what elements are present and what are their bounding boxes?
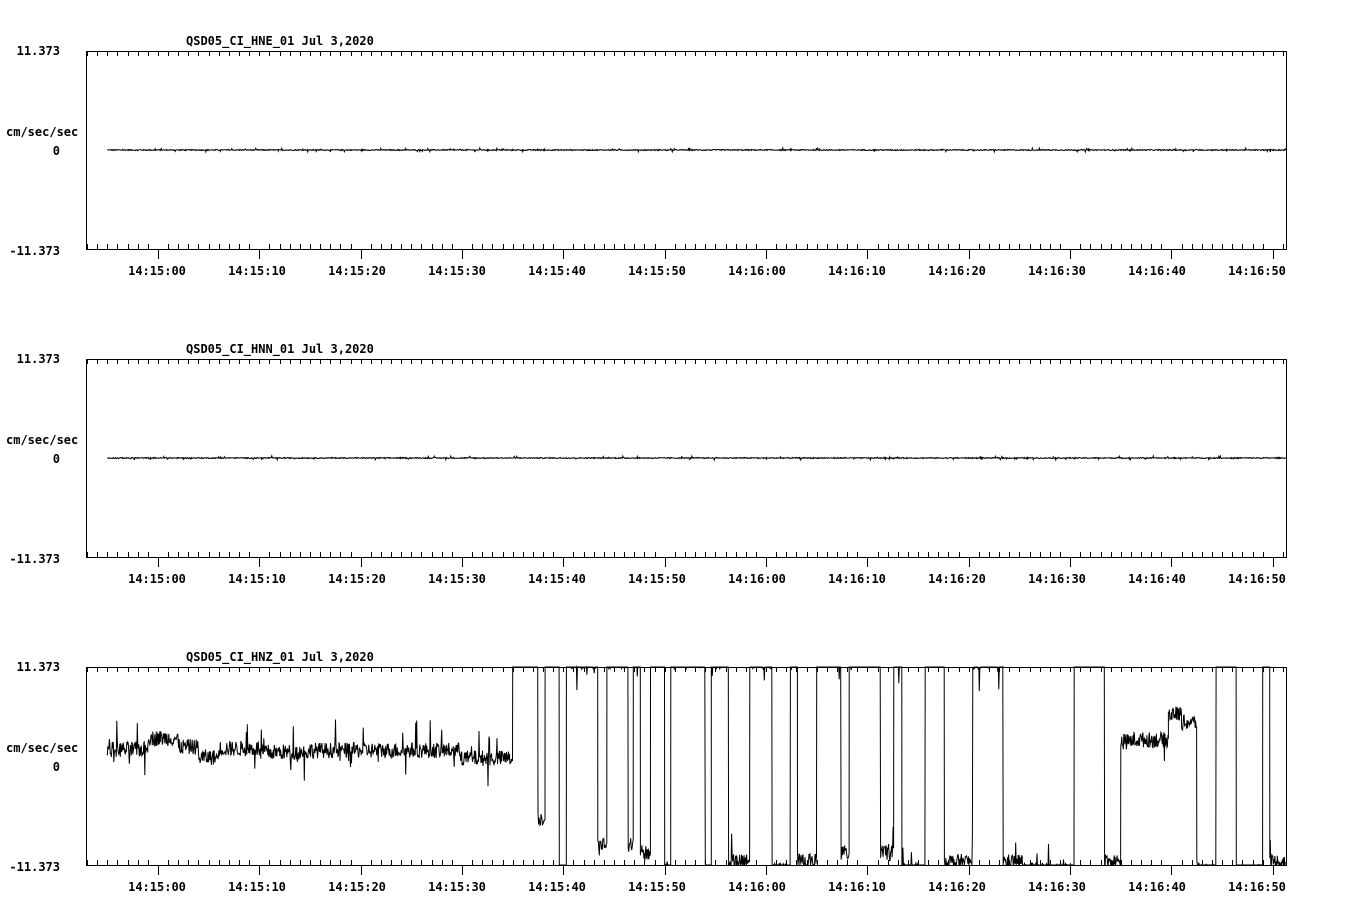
x-axis-labels: 14:15:00 14:15:10 14:15:20 14:15:30 14:1…	[128, 264, 1286, 278]
seismogram-figure: QSD05_CI_HNE_01 Jul 3,2020 11.373 0 -11.…	[6, 34, 1287, 894]
y-axis-label: cm/sec/sec	[6, 741, 78, 755]
x-tick-label: 14:15:00	[128, 264, 186, 278]
x-tick-label: 14:16:00	[728, 880, 786, 894]
x-axis-ticks	[87, 359, 1284, 567]
x-tick-label: 14:16:50	[1228, 880, 1286, 894]
x-tick-label: 14:15:40	[528, 880, 586, 894]
x-tick-label: 14:15:10	[228, 880, 286, 894]
x-tick-label: 14:15:50	[628, 264, 686, 278]
x-tick-label: 14:15:20	[328, 264, 386, 278]
x-tick-label: 14:15:40	[528, 264, 586, 278]
y-tick-label-min: -11.373	[9, 552, 60, 566]
waveform-trace-hnn	[107, 454, 1287, 462]
x-tick-label: 14:16:20	[928, 264, 986, 278]
plot-frame	[86, 667, 1287, 866]
x-tick-label: 14:16:10	[828, 264, 886, 278]
x-tick-label: 14:15:40	[528, 572, 586, 586]
y-tick-label-max: 11.373	[17, 44, 60, 58]
y-tick-label-max: 11.373	[17, 352, 60, 366]
y-tick-label-zero: 0	[53, 760, 60, 774]
x-tick-label: 14:16:10	[828, 572, 886, 586]
x-tick-label: 14:16:40	[1128, 264, 1186, 278]
x-tick-label: 14:15:50	[628, 572, 686, 586]
x-tick-label: 14:16:50	[1228, 572, 1286, 586]
x-tick-label: 14:15:10	[228, 264, 286, 278]
y-axis-label: cm/sec/sec	[6, 433, 78, 447]
x-axis-labels: 14:15:00 14:15:10 14:15:20 14:15:30 14:1…	[128, 572, 1286, 586]
x-tick-label: 14:15:50	[628, 880, 686, 894]
y-axis-label: cm/sec/sec	[6, 125, 78, 139]
panel-title: QSD05_CI_HNZ_01 Jul 3,2020	[186, 650, 374, 665]
x-tick-label: 14:16:50	[1228, 264, 1286, 278]
x-tick-label: 14:15:00	[128, 880, 186, 894]
x-tick-label: 14:16:20	[928, 880, 986, 894]
x-tick-label: 14:16:10	[828, 880, 886, 894]
x-axis-ticks	[87, 51, 1284, 259]
x-tick-label: 14:15:20	[328, 572, 386, 586]
y-tick-label-zero: 0	[53, 144, 60, 158]
waveform-trace-hnz	[106, 665, 1286, 867]
y-tick-label-min: -11.373	[9, 244, 60, 258]
x-tick-label: 14:16:40	[1128, 880, 1186, 894]
panel-hnn: QSD05_CI_HNN_01 Jul 3,2020 11.373 0 -11.…	[6, 342, 1287, 586]
y-tick-label-zero: 0	[53, 452, 60, 466]
x-tick-label: 14:16:00	[728, 572, 786, 586]
x-tick-label: 14:15:30	[428, 264, 486, 278]
x-axis-labels: 14:15:00 14:15:10 14:15:20 14:15:30 14:1…	[128, 880, 1286, 894]
x-tick-label: 14:16:20	[928, 572, 986, 586]
x-tick-label: 14:16:30	[1028, 880, 1086, 894]
panel-hnz: QSD05_CI_HNZ_01 Jul 3,2020 11.373 0 -11.…	[6, 650, 1287, 894]
x-tick-label: 14:15:20	[328, 880, 386, 894]
y-tick-label-max: 11.373	[17, 660, 60, 674]
x-tick-label: 14:16:40	[1128, 572, 1186, 586]
panel-title: QSD05_CI_HNN_01 Jul 3,2020	[186, 342, 374, 357]
x-tick-label: 14:16:00	[728, 264, 786, 278]
x-tick-label: 14:15:30	[428, 572, 486, 586]
x-tick-label: 14:16:30	[1028, 264, 1086, 278]
x-tick-label: 14:15:10	[228, 572, 286, 586]
x-tick-label: 14:15:00	[128, 572, 186, 586]
x-tick-label: 14:15:30	[428, 880, 486, 894]
x-tick-label: 14:16:30	[1028, 572, 1086, 586]
panel-title: QSD05_CI_HNE_01 Jul 3,2020	[186, 34, 374, 49]
y-tick-label-min: -11.373	[9, 860, 60, 874]
waveform-trace-hne	[107, 146, 1287, 154]
panel-hne: QSD05_CI_HNE_01 Jul 3,2020 11.373 0 -11.…	[6, 34, 1287, 278]
